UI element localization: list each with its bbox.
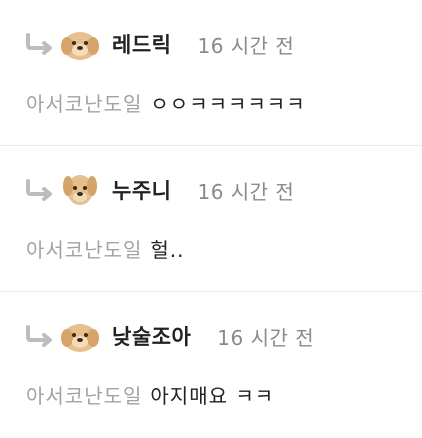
puppy-avatar-icon: [60, 24, 100, 64]
reply-text: 헐..: [150, 238, 185, 262]
puppy-avatar-icon: [60, 316, 100, 356]
timestamp: 16 시간 전: [197, 179, 295, 204]
reply-arrow-icon: [26, 325, 52, 347]
timestamp: 16 시간 전: [197, 33, 295, 58]
reply-text: 아지매요 ㅋㅋ: [150, 384, 275, 408]
reply-arrow-icon: [26, 33, 52, 55]
nickname[interactable]: 낮술조아: [112, 321, 191, 351]
reply-body: 아서코난도일 ㅇㅇㅋㅋㅋㅋㅋㅋ: [26, 88, 306, 117]
reply-arrow-icon: [26, 179, 52, 201]
avatar[interactable]: [60, 24, 100, 64]
reply-item: 레드릭 16 시간 전 아서코난도일 ㅇㅇㅋㅋㅋㅋㅋㅋ: [0, 0, 422, 146]
avatar[interactable]: [60, 170, 100, 210]
reply-body: 아서코난도일 아지매요 ㅋㅋ: [26, 380, 274, 409]
reply-item: 누주니 16 시간 전 아서코난도일 헐..: [0, 146, 422, 292]
mention-link[interactable]: 아서코난도일: [26, 92, 142, 116]
reply-header: 레드릭 16 시간 전: [22, 24, 294, 64]
reply-body: 아서코난도일 헐..: [26, 234, 185, 263]
puppy-avatar-icon: [60, 170, 100, 210]
nickname[interactable]: 레드릭: [112, 29, 171, 59]
reply-item: 낮술조아 16 시간 전 아서코난도일 아지매요 ㅋㅋ: [0, 292, 422, 438]
avatar[interactable]: [60, 316, 100, 356]
reply-header: 누주니 16 시간 전: [22, 170, 294, 210]
timestamp: 16 시간 전: [217, 325, 315, 350]
reply-header: 낮술조아 16 시간 전: [22, 316, 314, 356]
mention-link[interactable]: 아서코난도일: [26, 238, 142, 262]
reply-text: ㅇㅇㅋㅋㅋㅋㅋㅋ: [150, 92, 306, 116]
mention-link[interactable]: 아서코난도일: [26, 384, 142, 408]
nickname[interactable]: 누주니: [112, 175, 171, 205]
